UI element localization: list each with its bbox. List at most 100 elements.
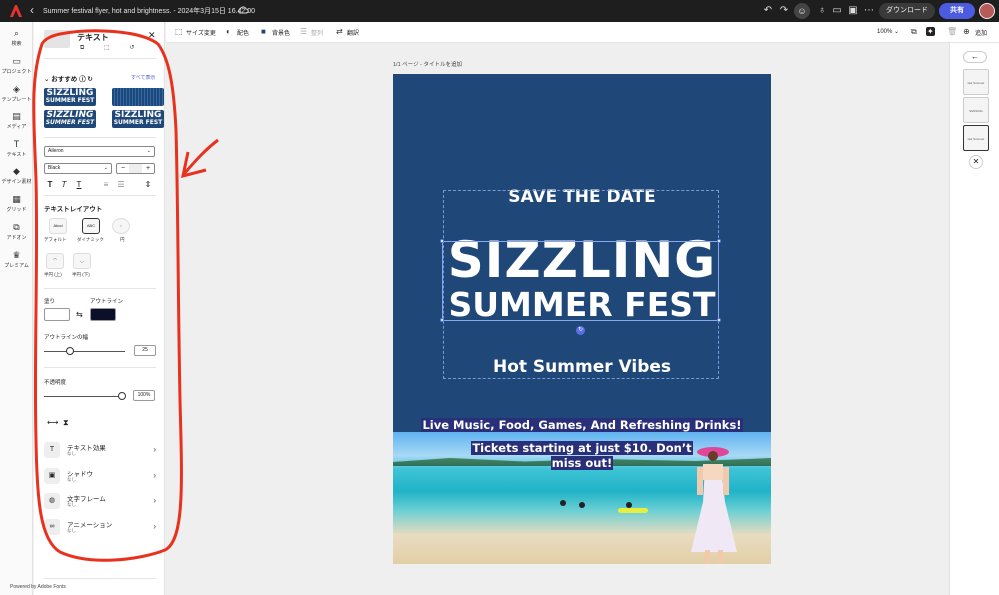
rail-item-premium[interactable]: ♛ プレミアム — [0, 250, 33, 269]
layout-default[interactable]: Abcd — [49, 218, 67, 234]
text-selection-box[interactable] — [442, 241, 719, 321]
background-color-button[interactable]: 背景色 — [272, 28, 290, 37]
plus-icon[interactable]: + — [142, 164, 154, 173]
bold-icon[interactable]: T — [45, 180, 55, 189]
rail-item-design-assets[interactable]: ◆ デザイン素材 — [0, 166, 33, 185]
divider — [44, 58, 156, 59]
color-scheme-button[interactable]: 配色 — [237, 28, 249, 37]
tickets-line-text[interactable]: Tickets starting at just $10. Don’t miss… — [393, 441, 771, 471]
page-strip: ← Hot Summer Vibes SIZZLING SUMMER FEST … — [949, 43, 999, 595]
page-thumbnail[interactable]: SIZZLING SUMMER FEST — [963, 97, 989, 123]
background-color-icon: ■ — [261, 27, 266, 36]
add-button[interactable]: 追加 — [975, 28, 987, 37]
rail-item-media[interactable]: ▤ メディア — [0, 111, 33, 130]
layout-dynamic[interactable]: ABC — [82, 218, 100, 234]
rail-item-grid[interactable]: ▦ グリッド — [0, 194, 33, 213]
outline-width-slider-knob[interactable] — [66, 347, 75, 355]
shadow-icon: ▣ — [44, 468, 60, 484]
font-family-select[interactable]: Aileron ⌄ — [44, 146, 155, 157]
page-label[interactable]: 1/1 ページ - タイトルを追加 — [393, 60, 462, 68]
rotate-handle-icon[interactable]: ↻ — [576, 326, 585, 335]
outline-width-slider[interactable] — [44, 351, 125, 352]
effect-row-text-frame[interactable]: ◍ 文字フレーム なし › — [44, 492, 156, 510]
search-icon: ⌕ — [13, 28, 20, 38]
rail-item-addons[interactable]: ⧉ アドオン — [0, 222, 33, 241]
chevron-right-icon: › — [153, 445, 156, 454]
close-icon[interactable]: ✕ — [148, 30, 156, 41]
opacity-slider-knob[interactable] — [118, 392, 126, 400]
layers-icon[interactable]: ⧉ — [911, 27, 917, 37]
effect-row-shadow[interactable]: ▣ シャドウ なし › — [44, 467, 156, 485]
recommended-heading[interactable]: ⌄ おすすめ ⓘ ↻ — [44, 73, 93, 83]
adobe-express-logo[interactable] — [9, 4, 23, 18]
resize-handle[interactable] — [717, 239, 721, 243]
trash-icon[interactable]: 🗑 — [947, 27, 957, 36]
swimmer — [560, 500, 566, 506]
invite-user-icon[interactable]: ☺ — [794, 3, 810, 19]
resize-button[interactable]: サイズ変更 — [186, 28, 216, 37]
page-thumbnail[interactable]: Hot Summer Vibes — [963, 69, 989, 95]
page-thumbnail[interactable]: Hot Summer Vibes — [963, 125, 989, 151]
zoom-select[interactable]: 100% ⌄ — [877, 28, 899, 35]
arrange-button[interactable]: 整列 — [311, 28, 323, 37]
avatar[interactable] — [979, 3, 995, 19]
text-style-preset[interactable]: SIZZLING SUMMER FEST — [112, 110, 164, 128]
share-button[interactable]: 共有 — [939, 3, 975, 19]
comment-icon[interactable]: ▭ — [830, 4, 844, 18]
back-chevron-icon[interactable]: ‹ — [30, 3, 34, 17]
italic-icon[interactable]: T — [59, 180, 69, 189]
resize-handle[interactable] — [440, 318, 444, 322]
rail-item-search[interactable]: ⌕ 検索 — [0, 28, 33, 47]
resize-handle[interactable] — [440, 239, 444, 243]
fill-color-swatch[interactable] — [44, 308, 70, 321]
effect-row-animation[interactable]: ∞ アニメーション なし › — [44, 518, 156, 536]
swap-colors-icon[interactable]: ⇆ — [76, 310, 83, 319]
flip-vertical-icon[interactable]: ⧗ — [63, 418, 69, 428]
magic-icon[interactable]: ✦ — [926, 27, 935, 36]
add-icon[interactable]: ⊕ — [963, 27, 970, 36]
present-icon[interactable]: ▣ — [846, 4, 860, 18]
align-center-icon[interactable]: ≡ — [101, 180, 111, 189]
close-icon[interactable]: ✕ — [969, 155, 983, 169]
rail-item-text[interactable]: T テキスト — [0, 139, 33, 158]
chevron-down-icon: ⌄ — [103, 165, 108, 171]
top-bar: ‹ Summer festival flyer, hot and brightn… — [0, 0, 999, 22]
flyer-page[interactable]: SAVE THE DATE SIZZLING SUMMER FEST Hot S… — [393, 74, 771, 564]
rail-item-templates[interactable]: ◈ テンプレート — [0, 84, 33, 103]
minus-icon[interactable]: − — [117, 164, 129, 173]
rail-item-projects[interactable]: ▭ プロジェクト — [0, 56, 33, 75]
music-line-text[interactable]: Live Music, Food, Games, And Refreshing … — [393, 418, 771, 433]
bulb-icon[interactable]: ♁ — [815, 4, 829, 18]
outline-width-field[interactable]: 25 — [134, 345, 156, 356]
swimmer — [579, 502, 585, 508]
quick-actions[interactable]: ⧉ ⬚ ↺ — [80, 44, 143, 52]
resize-handle[interactable] — [717, 318, 721, 322]
layout-circle[interactable]: ◌ — [112, 218, 130, 234]
effect-row-text-effects[interactable]: T テキスト効果 なし › — [44, 441, 156, 459]
text-style-preset[interactable]: SIZZLING SUMMER FEST — [44, 88, 96, 106]
outline-color-swatch[interactable] — [90, 308, 116, 321]
see-all-link[interactable]: すべて表示 — [131, 74, 155, 81]
download-button[interactable]: ダウンロード — [879, 3, 935, 19]
folder-icon: ▭ — [12, 56, 21, 66]
flip-horizontal-icon[interactable]: ⟷ — [47, 418, 58, 427]
translate-button[interactable]: 翻訳 — [347, 28, 359, 37]
layout-arc-bottom[interactable]: ◡ — [73, 253, 91, 269]
line-spacing-icon[interactable]: ⇕ — [143, 180, 153, 189]
font-size-stepper[interactable]: − + — [116, 163, 155, 174]
font-weight-select[interactable]: Black ⌄ — [44, 163, 112, 174]
redo-icon[interactable]: ↷ — [777, 4, 791, 18]
list-icon[interactable]: ☰ — [116, 180, 126, 189]
opacity-slider[interactable] — [44, 396, 122, 397]
more-icon[interactable]: ⋯ — [862, 4, 876, 18]
opacity-field[interactable]: 100% — [133, 390, 155, 401]
underline-icon[interactable]: T — [74, 180, 84, 189]
divider — [44, 195, 156, 196]
font-size-field[interactable] — [129, 164, 142, 173]
undo-icon[interactable]: ↶ — [761, 4, 775, 18]
collapse-arrow-icon[interactable]: ← — [963, 51, 987, 63]
text-style-preset[interactable] — [112, 88, 164, 106]
layout-arc-top[interactable]: ⌒ — [46, 253, 64, 269]
document-title[interactable]: Summer festival flyer, hot and brightnes… — [43, 6, 255, 16]
text-style-preset[interactable]: SIZZLING SUMMER FEST — [44, 110, 96, 128]
